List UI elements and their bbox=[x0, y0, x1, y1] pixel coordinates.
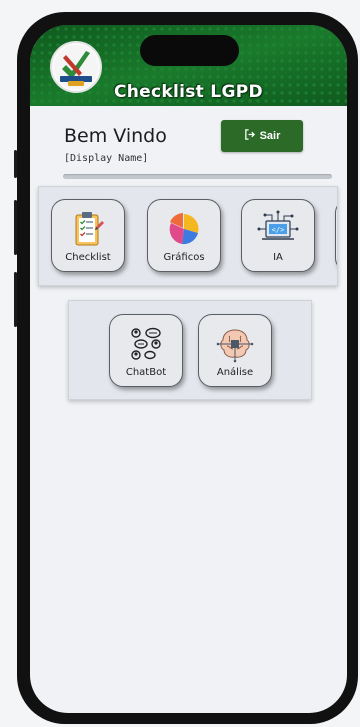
checklist-label: Checklist bbox=[65, 252, 111, 263]
display-name-label: [Display Name] bbox=[64, 153, 149, 164]
partial-tile[interactable] bbox=[335, 199, 337, 272]
page: Checklist LGPD Bem Vindo [Display Name] … bbox=[0, 0, 360, 727]
logout-label: Sair bbox=[259, 130, 281, 142]
graficos-label: Gráficos bbox=[163, 252, 205, 263]
analise-tile[interactable]: Análise bbox=[198, 314, 272, 387]
menu-row-2: ChatBot Análise bbox=[68, 300, 312, 400]
graficos-tile[interactable]: Gráficos bbox=[147, 199, 221, 272]
chat-bubbles-icon bbox=[131, 327, 161, 360]
ai-circuit-icon: </> bbox=[257, 210, 299, 240]
dynamic-island bbox=[140, 35, 239, 66]
chatbot-label: ChatBot bbox=[125, 367, 167, 378]
menu-row-1[interactable]: Checklist Gráficos </> IA bbox=[38, 186, 338, 286]
lgpd-check-logo-icon bbox=[50, 41, 102, 93]
chatbot-tile[interactable]: ChatBot bbox=[109, 314, 183, 387]
brain-chip-icon bbox=[216, 329, 254, 363]
pie-chart-icon bbox=[169, 213, 199, 245]
clipboard-checklist-icon bbox=[75, 212, 104, 246]
welcome-heading: Bem Vindo bbox=[64, 125, 167, 147]
phone-frame: Checklist LGPD Bem Vindo [Display Name] … bbox=[17, 12, 358, 724]
header-divider bbox=[63, 174, 332, 179]
logout-button[interactable]: Sair bbox=[221, 120, 303, 152]
svg-text:</>: </> bbox=[272, 226, 285, 234]
ia-label: IA bbox=[273, 252, 283, 263]
page-title: Checklist LGPD bbox=[114, 82, 263, 102]
ia-tile[interactable]: </> IA bbox=[241, 199, 315, 272]
logout-icon bbox=[244, 129, 255, 143]
analise-label: Análise bbox=[216, 367, 254, 378]
app-header: Checklist LGPD bbox=[30, 25, 347, 106]
app-screen: Checklist LGPD Bem Vindo [Display Name] … bbox=[30, 25, 347, 713]
checklist-tile[interactable]: Checklist bbox=[51, 199, 125, 272]
